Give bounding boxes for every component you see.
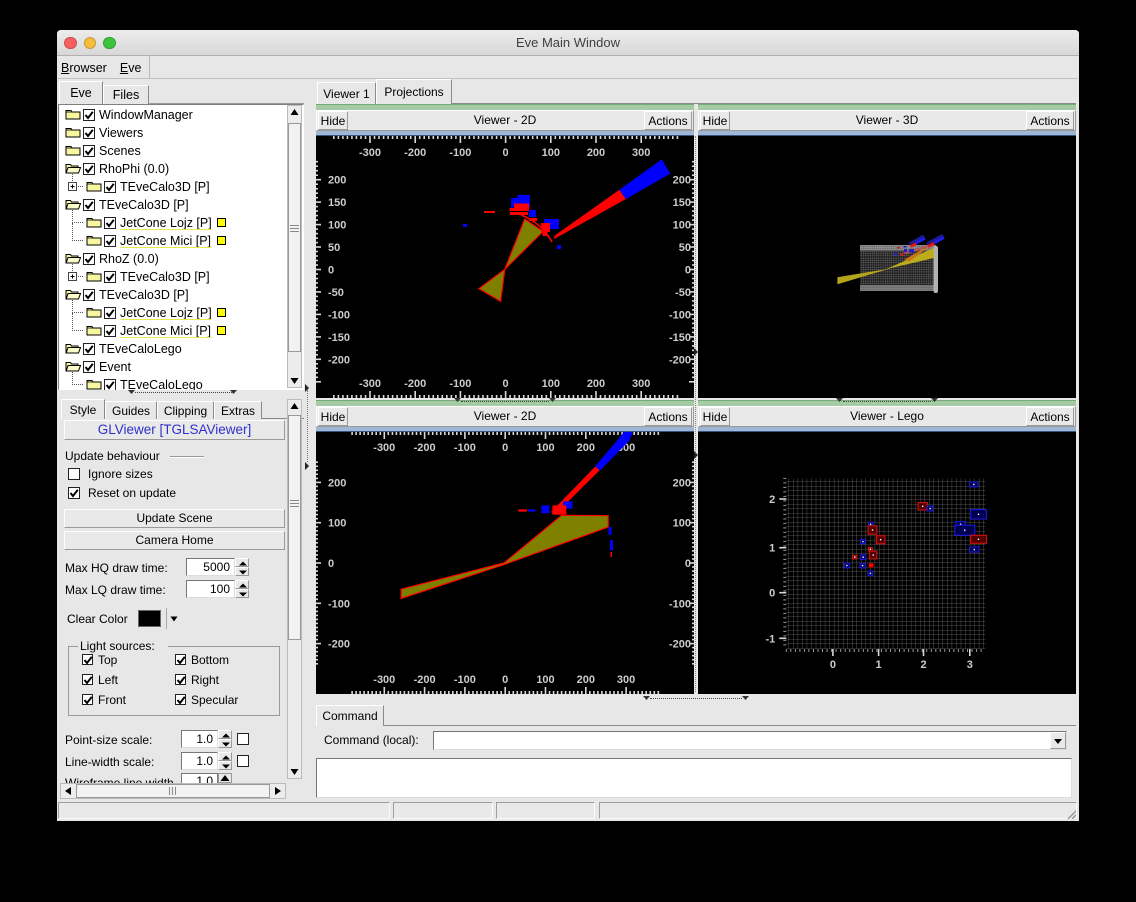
svg-text:300: 300 (632, 147, 650, 159)
svg-text:-100: -100 (454, 674, 476, 686)
svg-text:150: 150 (673, 197, 691, 209)
svg-text:-100: -100 (669, 309, 691, 321)
svg-text:-150: -150 (328, 332, 350, 344)
svg-text:3: 3 (967, 659, 973, 671)
svg-text:-200: -200 (404, 147, 426, 159)
svg-text:0: 0 (830, 659, 836, 671)
svg-text:200: 200 (673, 175, 691, 187)
svg-text:-100: -100 (328, 598, 350, 610)
svg-text:0: 0 (502, 442, 508, 454)
svg-text:0: 0 (502, 674, 508, 686)
svg-text:-200: -200 (328, 354, 350, 366)
svg-text:100: 100 (673, 220, 691, 232)
svg-text:-50: -50 (328, 287, 344, 299)
svg-text:-300: -300 (373, 442, 395, 454)
svg-text:100: 100 (542, 378, 560, 390)
svg-text:100: 100 (542, 147, 560, 159)
svg-text:200: 200 (577, 674, 595, 686)
svg-text:0: 0 (328, 558, 334, 570)
svg-text:-100: -100 (669, 598, 691, 610)
svg-text:-100: -100 (454, 442, 476, 454)
svg-text:2: 2 (920, 659, 926, 671)
svg-text:-100: -100 (449, 147, 471, 159)
svg-text:-200: -200 (404, 378, 426, 390)
svg-text:0: 0 (685, 558, 691, 570)
svg-text:-200: -200 (328, 639, 350, 651)
svg-text:1: 1 (769, 543, 775, 555)
svg-text:100: 100 (328, 518, 346, 530)
svg-text:200: 200 (587, 147, 605, 159)
svg-text:-200: -200 (669, 354, 691, 366)
svg-text:200: 200 (328, 477, 346, 489)
svg-text:-300: -300 (359, 147, 381, 159)
svg-text:150: 150 (328, 197, 346, 209)
svg-text:0: 0 (685, 265, 691, 277)
svg-text:50: 50 (679, 242, 691, 254)
svg-text:200: 200 (577, 442, 595, 454)
svg-text:-50: -50 (675, 287, 691, 299)
svg-text:50: 50 (328, 242, 340, 254)
svg-text:-200: -200 (414, 442, 436, 454)
svg-text:-100: -100 (449, 378, 471, 390)
svg-text:100: 100 (536, 442, 554, 454)
svg-text:-1: -1 (766, 633, 776, 645)
svg-text:100: 100 (536, 674, 554, 686)
svg-text:-150: -150 (669, 332, 691, 344)
svg-text:2: 2 (769, 494, 775, 506)
svg-text:0: 0 (503, 147, 509, 159)
svg-text:0: 0 (503, 378, 509, 390)
svg-text:300: 300 (617, 674, 635, 686)
svg-text:-100: -100 (328, 309, 350, 321)
svg-text:200: 200 (587, 378, 605, 390)
svg-text:1: 1 (876, 659, 882, 671)
svg-text:0: 0 (328, 265, 334, 277)
svg-text:0: 0 (769, 588, 775, 600)
svg-text:200: 200 (673, 477, 691, 489)
svg-text:-300: -300 (373, 674, 395, 686)
svg-text:300: 300 (632, 378, 650, 390)
svg-text:-200: -200 (669, 639, 691, 651)
svg-text:-300: -300 (359, 378, 381, 390)
svg-text:200: 200 (328, 175, 346, 187)
svg-text:100: 100 (673, 518, 691, 530)
svg-text:-200: -200 (414, 674, 436, 686)
svg-text:100: 100 (328, 220, 346, 232)
